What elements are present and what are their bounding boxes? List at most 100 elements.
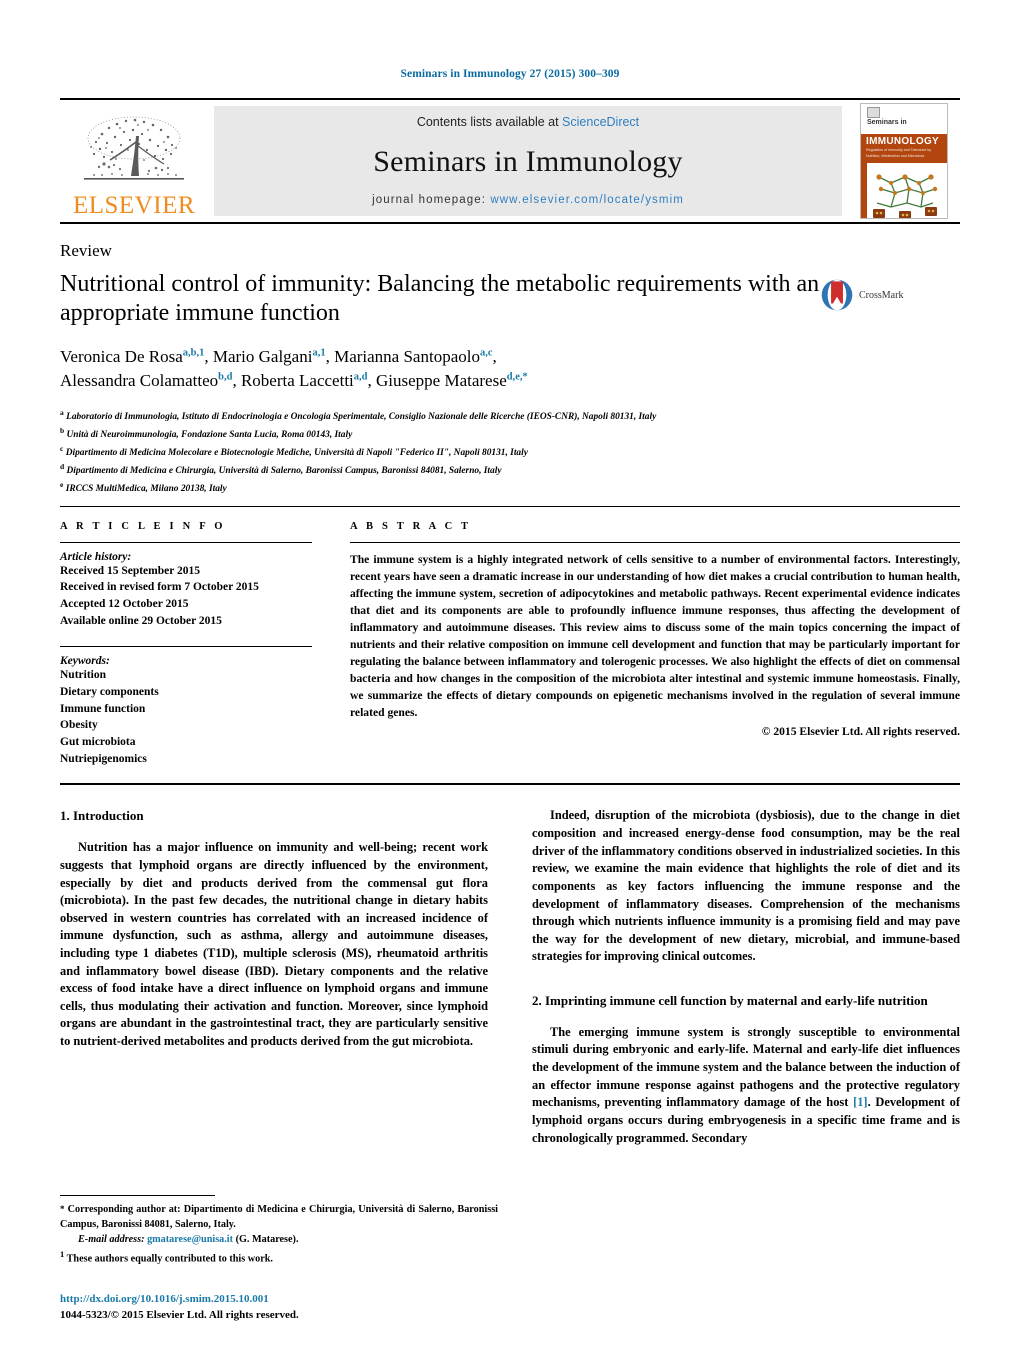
author-sep: , bbox=[367, 371, 376, 391]
author-sep: , bbox=[232, 371, 241, 391]
author-sep: , bbox=[325, 346, 335, 366]
abstract-copyright: © 2015 Elsevier Ltd. All rights reserved… bbox=[761, 725, 960, 739]
author-item: Giuseppe Mataresed,e,* bbox=[376, 371, 528, 390]
doi-link[interactable]: http://dx.doi.org/10.1016/j.smim.2015.10… bbox=[60, 1292, 520, 1307]
author-name: Mario Galgani bbox=[212, 346, 313, 366]
keyword-item: Immune function bbox=[60, 702, 146, 715]
history-item: Available online 29 October 2015 bbox=[60, 614, 222, 627]
author-name: Marianna Santopaolo bbox=[334, 346, 480, 366]
footnote-rule bbox=[60, 1195, 215, 1197]
author-name: Veronica De Rosa bbox=[60, 346, 183, 366]
author-sep: , bbox=[204, 346, 213, 366]
abstract-bottom-rule bbox=[60, 783, 960, 786]
page-footer: http://dx.doi.org/10.1016/j.smim.2015.10… bbox=[60, 1292, 520, 1323]
citation-link[interactable]: [1] bbox=[853, 1095, 867, 1109]
paragraph: Nutrition has a major influence on immun… bbox=[60, 840, 488, 1049]
affiliation-item: d Dipartimento di Medicina e Chirurgia, … bbox=[60, 461, 960, 479]
elsevier-tree-icon bbox=[84, 116, 184, 180]
cover-molecule-icon bbox=[873, 174, 938, 218]
affiliation-mark: a bbox=[60, 407, 64, 417]
author-affil-marks[interactable]: a,c bbox=[480, 347, 493, 358]
masthead-center: Contents lists available at ScienceDirec… bbox=[214, 106, 842, 216]
keyword-item: Dietary components bbox=[60, 686, 159, 699]
info-abstract-row: A R T I C L E I N F O Article history: R… bbox=[60, 521, 960, 768]
cover-seminars-label: Seminars in bbox=[867, 119, 907, 126]
email-suffix: (G. Matarese). bbox=[235, 1234, 299, 1246]
cover-journal-title: IMMUNOLOGY bbox=[866, 136, 939, 147]
contents-prefix: Contents lists available at bbox=[416, 115, 563, 129]
email-link[interactable]: gmatarese@unisa.it bbox=[147, 1234, 233, 1245]
author-item: Alessandra Colamatteob,d, bbox=[60, 371, 241, 390]
title-column: Nutritional control of immunity: Balanci… bbox=[60, 270, 820, 345]
cover-side-bar bbox=[861, 162, 867, 218]
corresponding-author-note: * Corresponding author at: Dipartimento … bbox=[60, 1203, 498, 1233]
keywords-label: Keywords: bbox=[60, 655, 110, 668]
body-right-column: Indeed, disruption of the microbiota (dy… bbox=[532, 807, 960, 1157]
body-left-column: 1. Introduction Nutrition has a major in… bbox=[60, 807, 488, 1157]
email-label: E-mail address: bbox=[78, 1234, 145, 1246]
corresponding-text: Corresponding author at: Dipartimento di… bbox=[60, 1204, 498, 1231]
author-item: Roberta Laccettia,d, bbox=[241, 371, 376, 390]
affiliation-text: Dipartimento di Medicina Molecolare e Bi… bbox=[65, 447, 528, 458]
author-affil-marks[interactable]: a,b,1 bbox=[183, 347, 205, 358]
author-affil-marks[interactable]: b,d bbox=[218, 372, 232, 383]
section-heading-imprinting: 2. Imprinting immune cell function by ma… bbox=[532, 992, 928, 1008]
equal-contribution-text: These authors equally contributed to thi… bbox=[66, 1253, 273, 1265]
journal-masthead: ELSEVIER Contents lists available at Sci… bbox=[60, 100, 960, 222]
abstract-column: A B S T R A C T The immune system is a h… bbox=[350, 521, 960, 768]
paragraph: Indeed, disruption of the microbiota (dy… bbox=[532, 808, 960, 964]
affiliation-text: IRCCS MultiMedica, Milano 20138, Italy bbox=[65, 483, 227, 494]
keywords-rule bbox=[60, 646, 312, 648]
author-name: Alessandra Colamatteo bbox=[60, 371, 219, 391]
affiliation-mark: e bbox=[60, 479, 64, 489]
cover-top: Seminars in bbox=[861, 104, 947, 134]
affiliation-item: c Dipartimento di Medicina Molecolare e … bbox=[60, 443, 960, 461]
running-head: Seminars in Immunology 27 (2015) 300–309 bbox=[400, 68, 620, 80]
author-affil-marks[interactable]: a,1 bbox=[312, 347, 325, 358]
author-name: Giuseppe Matarese bbox=[376, 371, 507, 391]
article-history-label: Article history: bbox=[60, 550, 132, 563]
journal-cover-thumbnail: Seminars in IMMUNOLOGY Regulation of Imm… bbox=[848, 100, 960, 222]
author-name: Roberta Laccetti bbox=[240, 371, 354, 391]
affiliation-mark: b bbox=[60, 425, 65, 435]
sciencedirect-link[interactable]: ScienceDirect bbox=[562, 115, 639, 129]
article-info-rule bbox=[60, 541, 312, 543]
cover-publisher-icon bbox=[867, 107, 880, 118]
title-row: Nutritional control of immunity: Balanci… bbox=[60, 270, 960, 345]
equal-contribution-note: 1 These authors equally contributed to t… bbox=[60, 1248, 498, 1267]
journal-homepage-link[interactable]: www.elsevier.com/locate/ysmim bbox=[490, 194, 684, 206]
author-affil-marks[interactable]: d,e,* bbox=[507, 372, 528, 383]
journal-homepage-line: journal homepage: www.elsevier.com/locat… bbox=[372, 194, 684, 206]
journal-title: Seminars in Immunology bbox=[373, 144, 683, 178]
affiliation-item: b Unità di Neuroimmunologia, Fondazione … bbox=[60, 425, 960, 443]
cover-artwork bbox=[861, 162, 947, 218]
equal-contribution-mark: 1 bbox=[60, 1248, 65, 1259]
affiliation-text: Laboratorio di Immunologia, Istituto di … bbox=[66, 411, 657, 422]
crossmark-badge[interactable]: CrossMark bbox=[820, 278, 930, 312]
footnotes: * Corresponding author at: Dipartimento … bbox=[60, 1195, 498, 1267]
cover-subtitle-1: Regulation of Immunity and Tolerance by bbox=[866, 148, 932, 152]
history-item: Accepted 12 October 2015 bbox=[60, 598, 189, 611]
abstract-heading: A B S T R A C T bbox=[350, 520, 472, 532]
corresponding-mark: * bbox=[60, 1204, 65, 1215]
page-title: Nutritional control of immunity: Balanci… bbox=[60, 271, 820, 327]
cover-image: Seminars in IMMUNOLOGY Regulation of Imm… bbox=[860, 103, 948, 219]
abstract-rule bbox=[350, 541, 960, 543]
affiliation-text: Unità di Neuroimmunologia, Fondazione Sa… bbox=[66, 429, 353, 440]
author-affil-marks[interactable]: a,d bbox=[354, 372, 368, 383]
history-item: Received in revised form 7 October 2015 bbox=[60, 581, 259, 594]
affiliation-mark: d bbox=[60, 461, 65, 471]
author-list: Veronica De Rosaa,b,1, Mario Galgania,1,… bbox=[60, 345, 960, 394]
keyword-item: Obesity bbox=[60, 719, 98, 732]
affiliation-mark: c bbox=[60, 443, 64, 453]
crossmark-label: CrossMark bbox=[859, 289, 904, 301]
affiliation-item: a Laboratorio di Immunologia, Istituto d… bbox=[60, 407, 960, 425]
paragraph: The emerging immune system is strongly s… bbox=[532, 1024, 960, 1147]
keyword-item: Nutrition bbox=[60, 669, 106, 682]
contents-list-line: Contents lists available at ScienceDirec… bbox=[417, 115, 639, 129]
author-sep: , bbox=[492, 346, 497, 366]
email-note: E-mail address: gmatarese@unisa.it (G. M… bbox=[60, 1233, 498, 1248]
keywords-block: Keywords: Nutrition Dietary components I… bbox=[60, 646, 312, 767]
elsevier-logo: ELSEVIER bbox=[60, 100, 208, 222]
issn-copyright-line: 1044-5323/© 2015 Elsevier Ltd. All right… bbox=[60, 1308, 299, 1321]
